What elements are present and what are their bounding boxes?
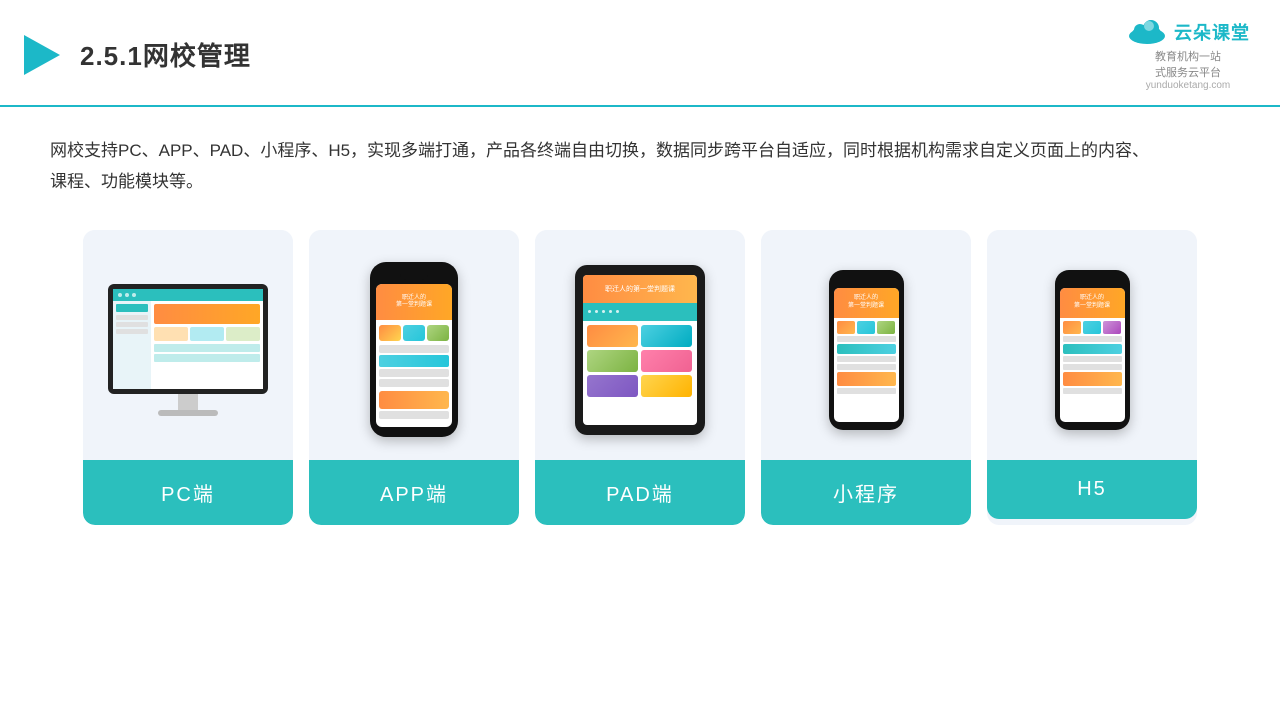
phone-notch-app <box>400 272 428 280</box>
tc1 <box>587 325 638 347</box>
tc5 <box>587 375 638 397</box>
nav-dot1 <box>588 310 591 313</box>
card-h5-label: H5 <box>987 460 1197 519</box>
logo-url: yunduoketang.com <box>1146 80 1231 91</box>
icon2 <box>403 325 425 341</box>
screen-banner <box>154 304 261 324</box>
phone-h5-frame: 职迁人的第一堂判题课 <box>1055 270 1130 430</box>
main-content: 网校支持PC、APP、PAD、小程序、H5，实现多端打通，产品各终端自由切换，数… <box>0 107 1280 545</box>
row5 <box>379 411 449 419</box>
phone-top-app: 职迁人的第一堂判题课 <box>376 284 452 320</box>
phone-h5-screen: 职迁人的第一堂判题课 <box>1060 288 1125 422</box>
monitor-base <box>158 410 218 416</box>
cards-row: PC端 职迁人的第一堂判题课 <box>50 230 1230 525</box>
card-pc-image <box>83 230 293 460</box>
dot3 <box>132 293 136 297</box>
card-h5-image: 职迁人的第一堂判题课 <box>987 230 1197 460</box>
logo-main-text: 云朵课堂 <box>1174 19 1250 45</box>
nav-dot2 <box>595 310 598 313</box>
row4 <box>379 379 449 387</box>
tablet-body <box>583 321 697 401</box>
card-pad-image: 职迁人的第一堂判题课 <box>535 230 745 460</box>
screen-main <box>151 301 264 389</box>
tablet-top: 职迁人的第一堂判题课 <box>583 275 697 303</box>
monitor <box>108 284 268 394</box>
device-phone-app: 职迁人的第一堂判题课 <box>370 262 458 437</box>
description-text: 网校支持PC、APP、PAD、小程序、H5，实现多端打通，产品各终端自由切换，数… <box>50 135 1150 198</box>
card-pad-label: PAD端 <box>535 460 745 525</box>
tablet-nav <box>583 303 697 321</box>
dot2 <box>125 293 129 297</box>
phone-frame-app: 职迁人的第一堂判题课 <box>370 262 458 437</box>
page-title: 2.5.1网校管理 <box>80 36 251 73</box>
phone-screen-app: 职迁人的第一堂判题课 <box>376 284 452 427</box>
tc3 <box>587 350 638 372</box>
icon3 <box>427 325 449 341</box>
icon1 <box>379 325 401 341</box>
phone-h5-notch <box>1081 278 1103 285</box>
tablet-screen: 职迁人的第一堂判题课 <box>583 275 697 425</box>
logo-area: 云朵课堂 教育机构一站 式服务云平台 yunduoketang.com <box>1126 18 1250 91</box>
tc4 <box>641 350 692 372</box>
header-left: 2.5.1网校管理 <box>20 33 251 77</box>
card-pad: 职迁人的第一堂判题课 <box>535 230 745 525</box>
phone-small-frame: 职迁人的第一堂判题课 <box>829 270 904 430</box>
card-mini-image: 职迁人的第一堂判题课 <box>761 230 971 460</box>
phone-body-app <box>376 320 452 422</box>
nav-dot4 <box>609 310 612 313</box>
row1 <box>154 344 261 352</box>
row2 <box>379 355 449 367</box>
screen-body <box>113 301 263 389</box>
monitor-stand <box>178 394 198 410</box>
play-icon <box>20 33 64 77</box>
tc6 <box>641 375 692 397</box>
device-pc <box>108 284 268 416</box>
cloud-icon <box>1126 18 1168 46</box>
tc2 <box>641 325 692 347</box>
card-app: 职迁人的第一堂判题课 <box>309 230 519 525</box>
card-pc-label: PC端 <box>83 460 293 525</box>
card-miniprogram: 职迁人的第一堂判题课 <box>761 230 971 525</box>
row3 <box>379 369 449 377</box>
logo-cloud: 云朵课堂 <box>1126 18 1250 46</box>
device-tablet: 职迁人的第一堂判题课 <box>575 265 705 435</box>
nav-dot5 <box>616 310 619 313</box>
card-pc: PC端 <box>83 230 293 525</box>
row2 <box>154 354 261 362</box>
card-app-label: APP端 <box>309 460 519 525</box>
card-mini-label: 小程序 <box>761 460 971 525</box>
row1 <box>379 345 449 353</box>
device-phone-mini: 职迁人的第一堂判题课 <box>829 270 904 430</box>
dot1 <box>118 293 122 297</box>
device-phone-h5: 职迁人的第一堂判题课 <box>1055 270 1130 430</box>
card-h5: 职迁人的第一堂判题课 <box>987 230 1197 525</box>
header: 2.5.1网校管理 云朵课堂 教育机构一站 式服务云平台 yunduoketan… <box>0 0 1280 107</box>
phone-icons-app <box>379 325 449 341</box>
screen-sidebar <box>113 301 151 389</box>
monitor-screen <box>113 289 263 389</box>
screen-topbar <box>113 289 263 301</box>
nav-dot3 <box>602 310 605 313</box>
tablet-frame: 职迁人的第一堂判题课 <box>575 265 705 435</box>
logo-subtitle: 教育机构一站 式服务云平台 <box>1155 48 1221 80</box>
phone-small-screen: 职迁人的第一堂判题课 <box>834 288 899 422</box>
phone-small-notch <box>855 278 877 285</box>
card-app-image: 职迁人的第一堂判题课 <box>309 230 519 460</box>
